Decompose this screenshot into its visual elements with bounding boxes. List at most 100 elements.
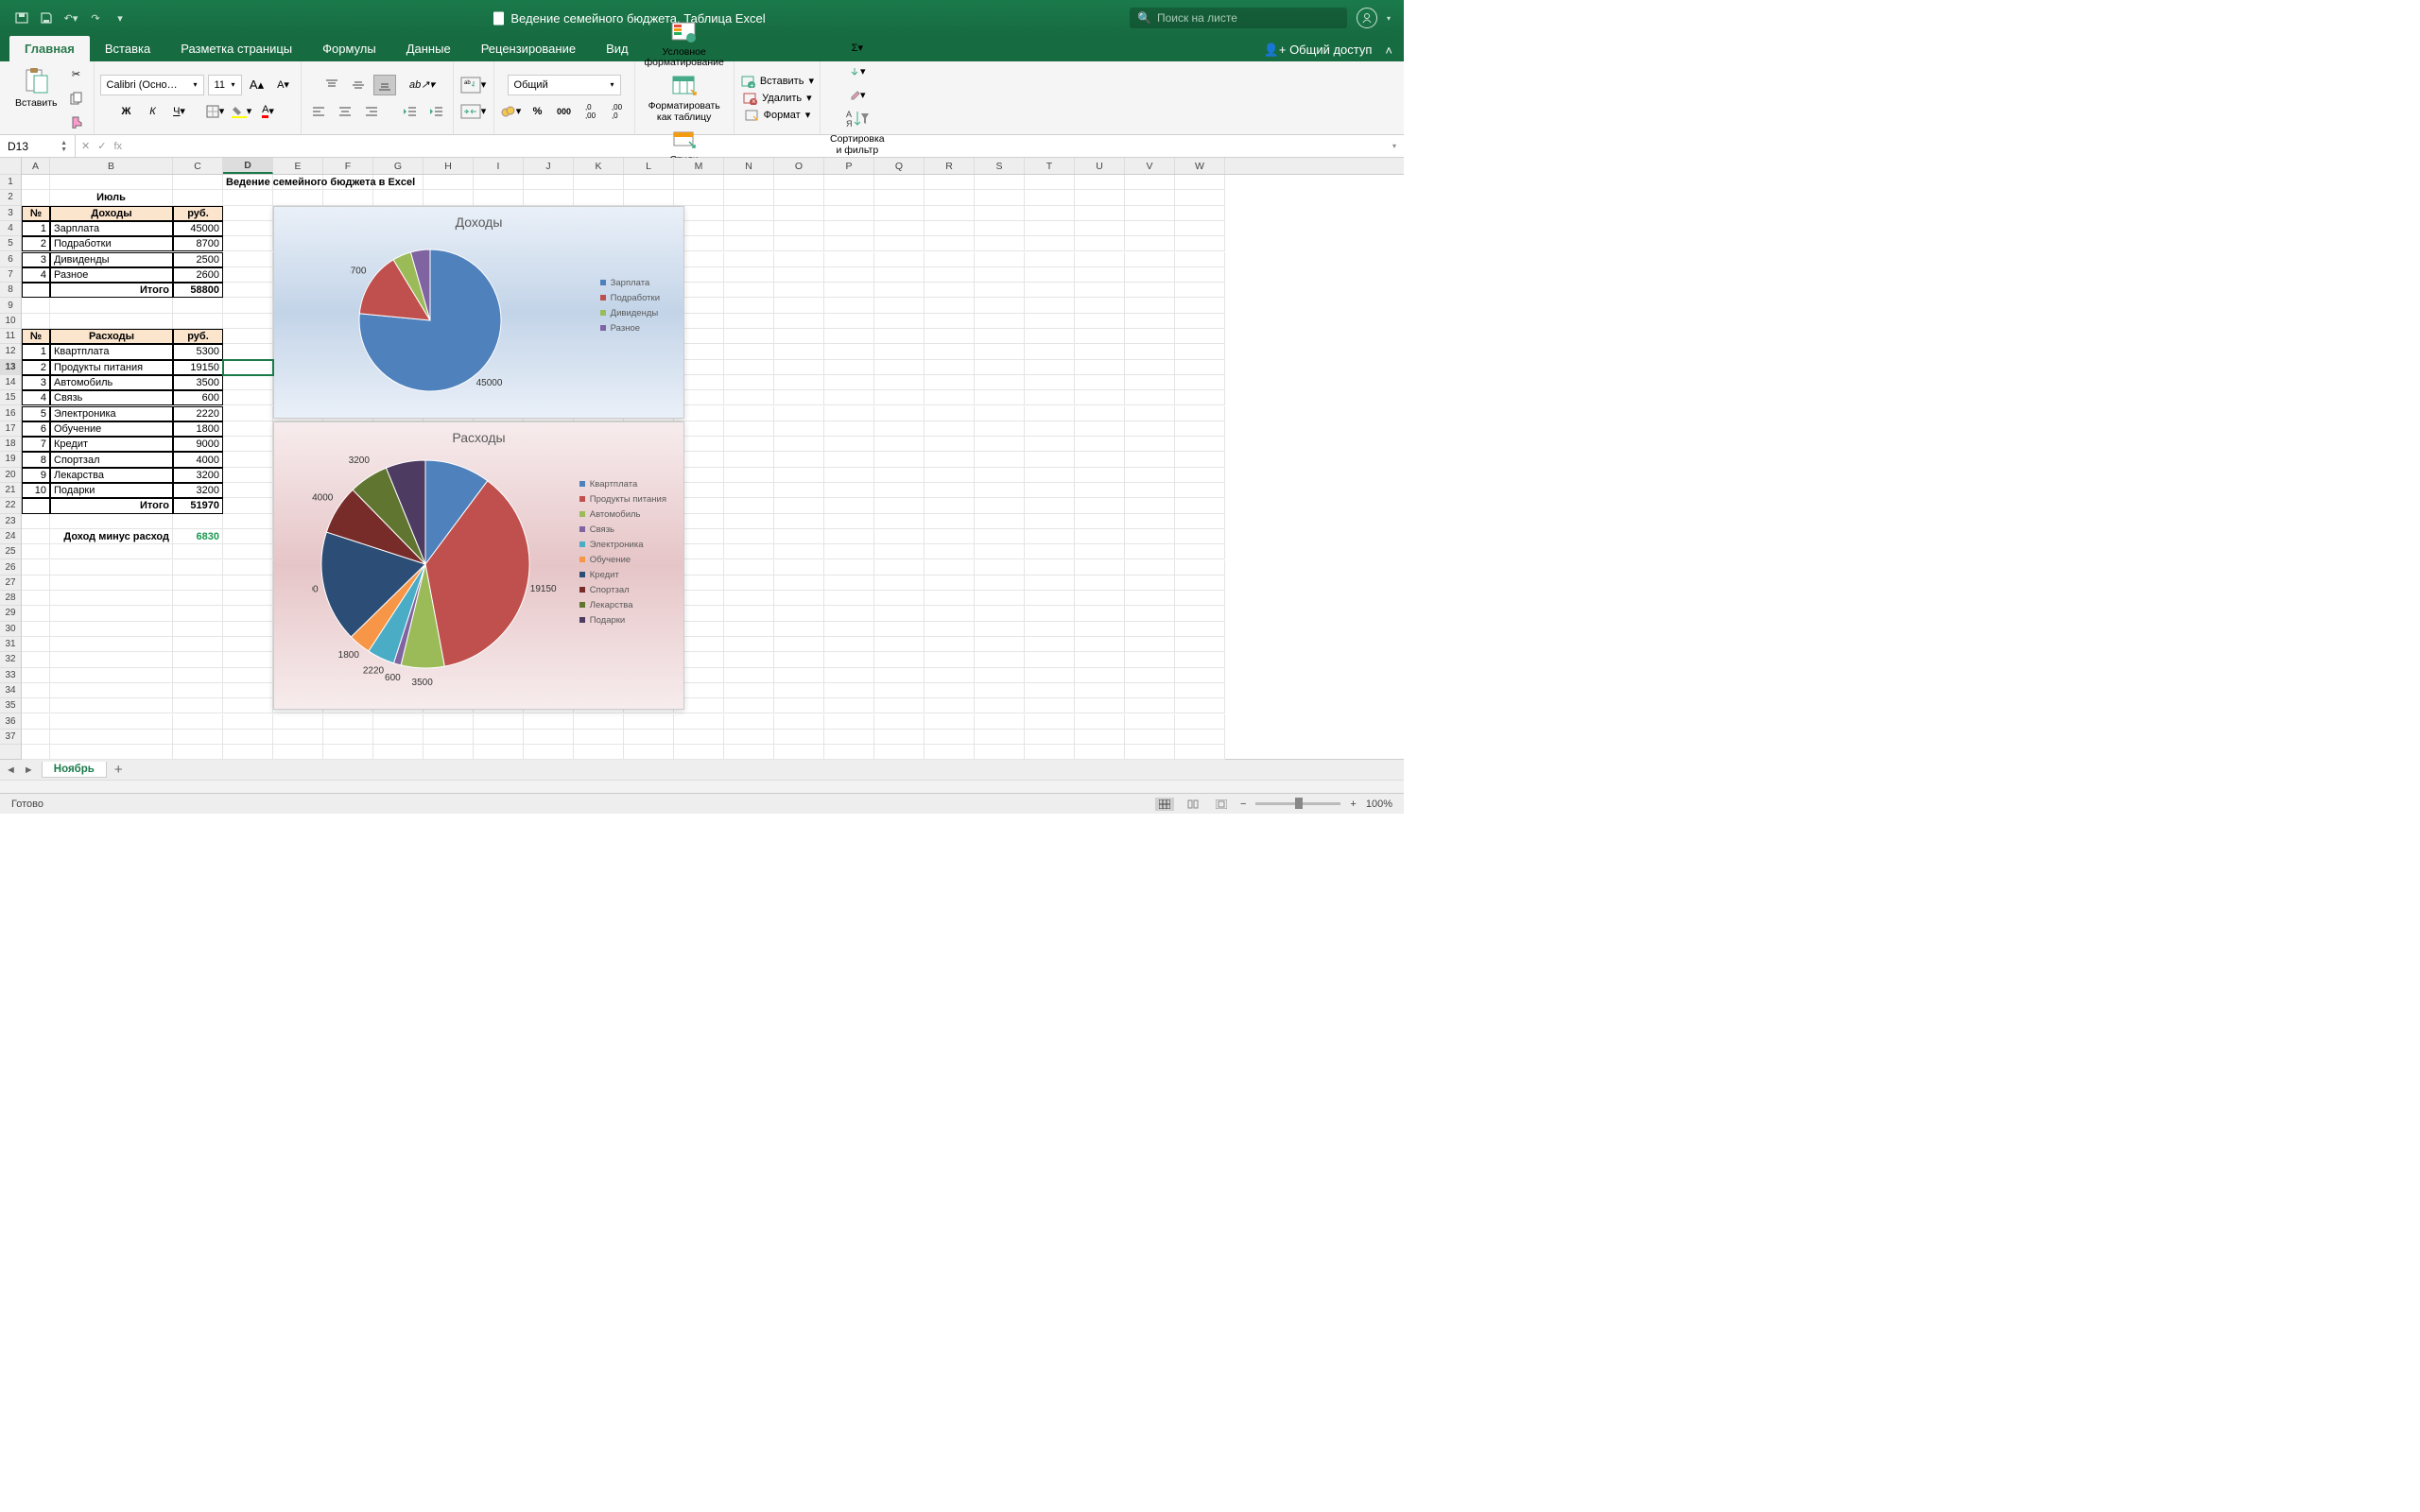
- cell[interactable]: Электроника: [50, 406, 173, 421]
- row-header[interactable]: 33: [0, 668, 21, 683]
- spreadsheet-grid[interactable]: 1234567891011121314151617181920212223242…: [0, 158, 1404, 759]
- row-header[interactable]: 37: [0, 730, 21, 745]
- delete-cells-button[interactable]: ×Удалить▾: [742, 92, 812, 105]
- col-header[interactable]: U: [1075, 158, 1125, 174]
- diff-label[interactable]: Доход минус расход: [50, 529, 173, 544]
- increase-indent-icon[interactable]: [424, 101, 447, 122]
- row-header[interactable]: 8: [0, 283, 21, 298]
- sheet-nav-prev-icon[interactable]: ◄: [6, 765, 16, 776]
- row-header[interactable]: 23: [0, 514, 21, 529]
- col-header[interactable]: E: [273, 158, 323, 174]
- add-sheet-icon[interactable]: +: [114, 762, 123, 778]
- horizontal-scrollbar[interactable]: [0, 780, 1404, 793]
- cell[interactable]: 7: [22, 437, 50, 452]
- select-all-corner[interactable]: [0, 158, 21, 175]
- fx-icon[interactable]: fx: [113, 141, 122, 152]
- chart-income[interactable]: Доходы45000870025002600ЗарплатаПодработк…: [273, 206, 684, 419]
- col-header[interactable]: J: [524, 158, 574, 174]
- font-select[interactable]: Calibri (Осно…▾: [100, 75, 204, 95]
- row-header[interactable]: 34: [0, 683, 21, 698]
- row-header[interactable]: 21: [0, 483, 21, 498]
- format-cells-button[interactable]: Формат▾: [744, 109, 811, 122]
- bold-button[interactable]: Ж: [115, 101, 138, 122]
- cell[interactable]: [22, 498, 50, 513]
- font-size-select[interactable]: 11▾: [208, 75, 242, 95]
- row-header[interactable]: 17: [0, 421, 21, 437]
- col-header[interactable]: N: [724, 158, 774, 174]
- col-header[interactable]: M: [674, 158, 724, 174]
- cell[interactable]: 9: [22, 468, 50, 483]
- cell[interactable]: 5300: [173, 344, 223, 359]
- col-header[interactable]: V: [1125, 158, 1175, 174]
- col-header[interactable]: H: [424, 158, 474, 174]
- cell[interactable]: Подработки: [50, 236, 173, 251]
- col-header[interactable]: L: [624, 158, 674, 174]
- underline-button[interactable]: Ч▾: [168, 101, 191, 122]
- currency-icon[interactable]: ▾: [500, 101, 523, 122]
- row-header[interactable]: 24: [0, 529, 21, 544]
- cell[interactable]: 2500: [173, 252, 223, 267]
- cell[interactable]: Кредит: [50, 437, 173, 452]
- cell[interactable]: Итого: [50, 498, 173, 513]
- col-header[interactable]: Q: [874, 158, 925, 174]
- comma-icon[interactable]: 000: [553, 101, 576, 122]
- cell[interactable]: Лекарства: [50, 468, 173, 483]
- tab-Формулы[interactable]: Формулы: [307, 36, 391, 61]
- qat-undo-icon[interactable]: ↶▾: [62, 9, 79, 26]
- cell[interactable]: №: [22, 206, 50, 221]
- expand-fx-icon[interactable]: ▾: [1385, 142, 1404, 150]
- row-header[interactable]: 4: [0, 221, 21, 236]
- borders-icon[interactable]: ▾: [204, 101, 227, 122]
- wrap-text-icon[interactable]: ab▾: [459, 75, 488, 95]
- row-header[interactable]: 16: [0, 405, 21, 421]
- format-as-table-button[interactable]: Форматировать как таблицу: [645, 71, 724, 125]
- row-header[interactable]: 20: [0, 468, 21, 483]
- qat-more-icon[interactable]: ▾: [112, 9, 129, 26]
- confirm-fx-icon[interactable]: ✓: [97, 140, 106, 152]
- row-header[interactable]: 26: [0, 559, 21, 575]
- row-header[interactable]: 19: [0, 452, 21, 467]
- qat-save-icon[interactable]: [38, 9, 55, 26]
- cell[interactable]: 1800: [173, 421, 223, 437]
- cell[interactable]: 3200: [173, 483, 223, 498]
- zoom-out-icon[interactable]: −: [1240, 799, 1246, 810]
- decrease-decimal-icon[interactable]: ,00,0: [606, 101, 629, 122]
- percent-icon[interactable]: %: [527, 101, 549, 122]
- row-header[interactable]: 13: [0, 360, 21, 375]
- align-bottom-icon[interactable]: [373, 75, 396, 95]
- cell[interactable]: 3: [22, 252, 50, 267]
- cell[interactable]: 1: [22, 221, 50, 236]
- collapse-ribbon-icon[interactable]: ˄: [1385, 43, 1392, 58]
- cell[interactable]: Итого: [50, 283, 173, 298]
- cell[interactable]: Зарплата: [50, 221, 173, 236]
- row-header[interactable]: 30: [0, 622, 21, 637]
- cell[interactable]: 1: [22, 344, 50, 359]
- cell[interactable]: 600: [173, 390, 223, 405]
- row-header[interactable]: 14: [0, 375, 21, 390]
- row-header[interactable]: 12: [0, 344, 21, 359]
- row-header[interactable]: 22: [0, 498, 21, 513]
- cell[interactable]: №: [22, 329, 50, 344]
- cell[interactable]: 2: [22, 236, 50, 251]
- cell[interactable]: 2220: [173, 406, 223, 421]
- cell[interactable]: 3500: [173, 375, 223, 390]
- cell[interactable]: 8: [22, 452, 50, 467]
- cell[interactable]: 58800: [173, 283, 223, 298]
- row-header[interactable]: 10: [0, 314, 21, 329]
- col-header[interactable]: W: [1175, 158, 1225, 174]
- row-header[interactable]: 7: [0, 267, 21, 283]
- chart-expense[interactable]: Расходы530019150350060022201800900040003…: [273, 421, 684, 710]
- cell[interactable]: Разное: [50, 267, 173, 283]
- cell[interactable]: руб.: [173, 206, 223, 221]
- sheet-tab-active[interactable]: Ноябрь: [42, 762, 107, 778]
- cell[interactable]: 9000: [173, 437, 223, 452]
- zoom-level[interactable]: 100%: [1366, 799, 1392, 810]
- cell[interactable]: руб.: [173, 329, 223, 344]
- format-painter-icon[interactable]: [65, 112, 88, 132]
- col-header[interactable]: B: [50, 158, 173, 174]
- align-center-icon[interactable]: [334, 101, 356, 122]
- qat-autosave-icon[interactable]: [13, 9, 30, 26]
- row-header[interactable]: 9: [0, 298, 21, 313]
- sheet-nav-next-icon[interactable]: ►: [24, 765, 34, 776]
- cell[interactable]: 4000: [173, 452, 223, 467]
